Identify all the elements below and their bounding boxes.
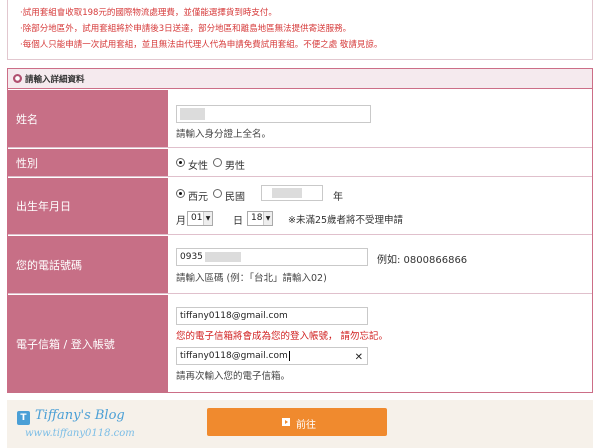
year-input[interactable] [261, 185, 323, 201]
era-ad-radio[interactable] [176, 189, 185, 198]
gender-female-label: 女性 [188, 161, 208, 172]
chevron-down-icon: ▼ [263, 212, 272, 225]
next-button-label: 前往 [296, 420, 316, 431]
text-cursor [288, 350, 290, 361]
phone-row: 您的電話號碼 0935 例如: 0800866866 請輸入區碼 (例：「台北」… [8, 236, 592, 294]
bullet-icon: ● [13, 74, 22, 83]
gender-row: 性別 女性 男性 [8, 149, 592, 177]
email-label: 電子信箱 / 登入帳號 [8, 295, 168, 393]
clear-icon[interactable]: ✕ [355, 350, 363, 364]
blog-watermark: T Tiffany's Blog www.tiffany0118.com [17, 408, 177, 442]
birthday-label: 出生年月日 [8, 178, 168, 234]
email-confirm-input[interactable]: tiffany0118@gmail.com ✕ [176, 347, 368, 365]
gender-female-radio[interactable] [176, 158, 185, 167]
email-input[interactable]: tiffany0118@gmail.com [176, 307, 368, 325]
redacted-phone [205, 252, 241, 262]
chevron-down-icon: ▼ [203, 212, 212, 225]
gender-male-label: 男性 [225, 161, 245, 172]
phone-label: 您的電話號碼 [8, 236, 168, 293]
redacted-name [180, 108, 205, 120]
day-select[interactable]: 18 ▼ [247, 211, 273, 226]
age-note: ※未滿25歲者將不受理申請 [288, 215, 404, 226]
section-title: 請輸入詳細資料 [25, 75, 85, 85]
era-ad-label: 西元 [188, 192, 208, 203]
month-select[interactable]: 01 ▼ [187, 211, 213, 226]
notice-line: ·每個人只能申請一次試用套組，並且無法由代理人代為申請免費試用套組。不便之處 敬… [20, 40, 383, 50]
birthday-row: 出生年月日 西元 民國 年 月 01 ▼ 日 18 ▼ ※未滿25歲者將不受理申… [8, 178, 592, 235]
phone-hint: 請輸入區碼 (例：「台北」請輸入02) [176, 273, 327, 284]
email-row: 電子信箱 / 登入帳號 tiffany0118@gmail.com 您的電子信箱… [8, 295, 592, 393]
applicant-form: ● 請輸入詳細資料 姓名 請輸入身分證上全名。 性別 女性 男性 出生年月日 西… [7, 68, 593, 393]
notice-line: ·試用套組會收取198元的國際物流處理費，並僅能選擇貨到時支付。 [20, 8, 277, 18]
play-icon [282, 418, 290, 426]
name-input[interactable] [176, 105, 371, 123]
notice-box: ·試用套組會收取198元的國際物流處理費，並僅能選擇貨到時支付。 ·除部分地區外… [7, 0, 593, 60]
phone-example: 例如: 0800866866 [377, 255, 468, 266]
redacted-year [272, 188, 302, 198]
name-label: 姓名 [8, 90, 168, 147]
email-confirm-hint: 請再次輸入您的電子信箱。 [176, 371, 291, 382]
name-hint: 請輸入身分證上全名。 [176, 129, 272, 140]
email-warning: 您的電子信箱將會成為您的登入帳號， 請勿忘記。 [176, 331, 389, 342]
day-label: 日 [233, 216, 243, 227]
gender-male-radio[interactable] [213, 158, 222, 167]
era-roc-label: 民國 [225, 192, 245, 203]
year-unit: 年 [333, 192, 343, 203]
phone-input[interactable]: 0935 [176, 248, 368, 266]
section-header: ● 請輸入詳細資料 [8, 69, 592, 89]
month-label: 月 [176, 216, 186, 227]
name-row: 姓名 請輸入身分證上全名。 [8, 90, 592, 148]
gender-label: 性別 [8, 149, 168, 176]
footer-bar: T Tiffany's Blog www.tiffany0118.com 前往 [7, 400, 593, 448]
era-roc-radio[interactable] [213, 189, 222, 198]
notice-line: ·除部分地區外，試用套組將於申請後3日送達，部分地區和離島地區無法提供寄送服務。 [20, 24, 352, 34]
next-button[interactable]: 前往 [207, 408, 387, 436]
blog-logo-icon: T [17, 411, 30, 425]
watermark-url: www.tiffany0118.com [25, 428, 135, 439]
watermark-title: Tiffany's Blog [35, 408, 125, 423]
